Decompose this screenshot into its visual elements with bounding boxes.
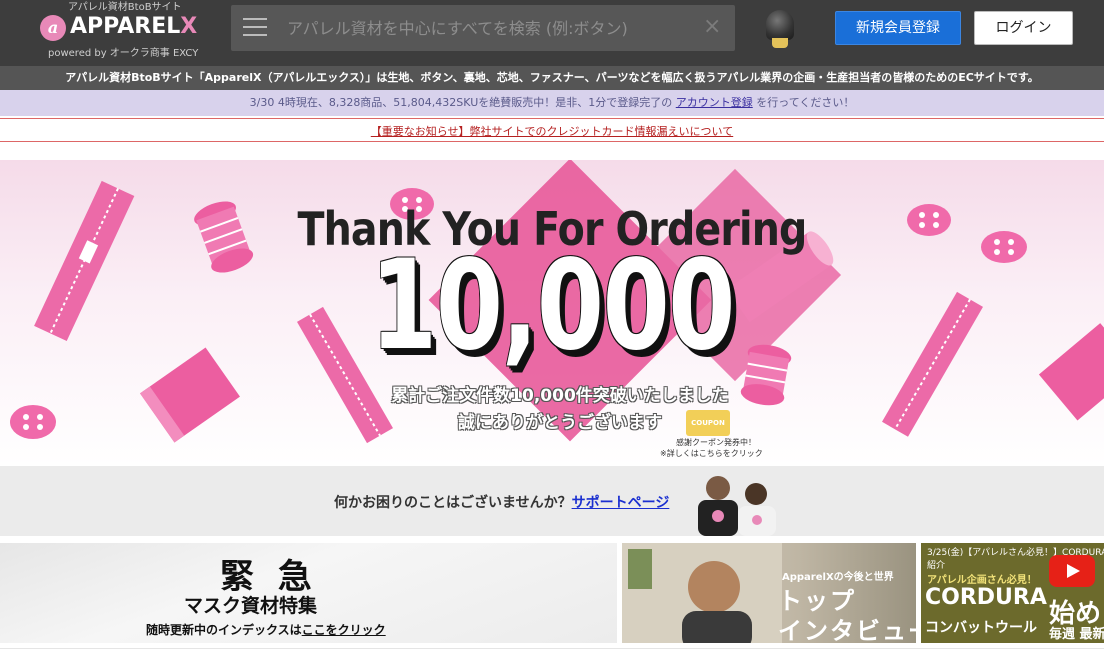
support-strip: 何かお困りのことはございませんか？サポートページ	[0, 466, 1104, 536]
hero-subtitle-2: 誠にありがとうございます	[458, 413, 662, 433]
support-text: 何かお困りのことはございませんか？サポートページ	[334, 492, 669, 512]
cordura-video-card[interactable]: 3/25(金)【アパレルさん必見！】CORDURA 紹介 アパレル企画さん必見！…	[921, 543, 1104, 643]
coupon-badge[interactable]: COUPON	[686, 410, 730, 436]
support-staff-photo	[698, 476, 776, 536]
clear-icon[interactable]: ×	[703, 16, 721, 38]
mask-card-note-prefix: 随時更新中のインデックスは	[146, 623, 302, 637]
cordura-product: コンバットウール	[925, 620, 1037, 636]
menu-icon[interactable]	[243, 18, 267, 38]
hero-subtitle-1: 累計ご注文件数10,000件突破いたしました	[391, 386, 729, 406]
logo-wordmark-x: X	[180, 14, 198, 39]
divider	[0, 648, 1104, 649]
login-button[interactable]: ログイン	[974, 11, 1073, 45]
coupon-note-line2: ※詳しくはこちらをクリック	[660, 449, 763, 458]
search-input[interactable]	[287, 13, 687, 43]
interview-photo	[622, 543, 782, 643]
logo-wordmark-main: APPAREL	[70, 14, 181, 39]
cordura-overlay-2: 毎週 最新	[1049, 627, 1104, 642]
logo-powered-by: powered by オークラ商事 EXCY	[48, 48, 199, 59]
coupon-note-line1: 感謝クーポン発券中！	[676, 438, 756, 447]
status-text: 3/30 4時現在、8,328商品、51,804,432SKUを絶賛販売中！是非…	[249, 96, 673, 109]
site-logo[interactable]: アパレル資材BtoBサイト a APPARELX powered by オークラ…	[34, 0, 224, 66]
hero-banner[interactable]: Thank You For Ordering 10,000 累計ご注文件数10,…	[0, 160, 1104, 466]
account-register-link[interactable]: アカウント登録	[676, 96, 753, 109]
hero-number: 10,000	[370, 234, 735, 378]
cordura-kicker: アパレル企画さん必見！	[927, 575, 1037, 586]
interview-title-line2: インタビュー	[778, 617, 916, 643]
lamp-icon[interactable]	[762, 8, 798, 48]
register-button[interactable]: 新規会員登録	[835, 11, 961, 45]
support-question: 何かお困りのことはございませんか？	[334, 495, 572, 511]
mask-card-subtitle: マスク資材特集	[184, 595, 318, 617]
status-suffix: を行ってください！	[756, 96, 855, 109]
logo-wordmark: APPARELX	[70, 14, 197, 39]
cordura-caption-line2: 紹介	[927, 561, 946, 571]
cordura-brand: CORDURA	[925, 585, 1047, 610]
coupon-note[interactable]: 感謝クーポン発券中！ ※詳しくはこちらをクリック	[660, 437, 763, 459]
youtube-play-icon[interactable]	[1049, 555, 1095, 587]
security-notice-link[interactable]: 【重要なお知らせ】弊社サイトでのクレジットカード情報漏えいについて	[371, 125, 733, 138]
support-page-link[interactable]: サポートページ	[572, 495, 670, 511]
site-header: アパレル資材BtoBサイト a APPARELX powered by オークラ…	[0, 0, 1104, 66]
status-bar: 3/30 4時現在、8,328商品、51,804,432SKUを絶賛販売中！是非…	[0, 90, 1104, 116]
notice-bar: 【重要なお知らせ】弊社サイトでのクレジットカード情報漏えいについて	[0, 118, 1104, 142]
top-interview-card[interactable]: ApparelXの今後と世界 トップ インタビュー	[622, 543, 916, 643]
logo-tagline: アパレル資材BtoBサイト	[68, 2, 182, 13]
mask-card-note: 随時更新中のインデックスはここをクリック	[146, 621, 386, 638]
site-description: アパレル資材BtoBサイト「ApparelX（アパレルエックス）」は生地、ボタン…	[0, 66, 1104, 90]
mask-materials-card[interactable]: 緊 急 マスク資材特集 随時更新中のインデックスはここをクリック	[0, 543, 617, 643]
logo-mark-icon: a	[40, 15, 66, 41]
mask-card-link[interactable]: ここをクリック	[302, 623, 386, 637]
search-bar: ×	[231, 5, 735, 51]
